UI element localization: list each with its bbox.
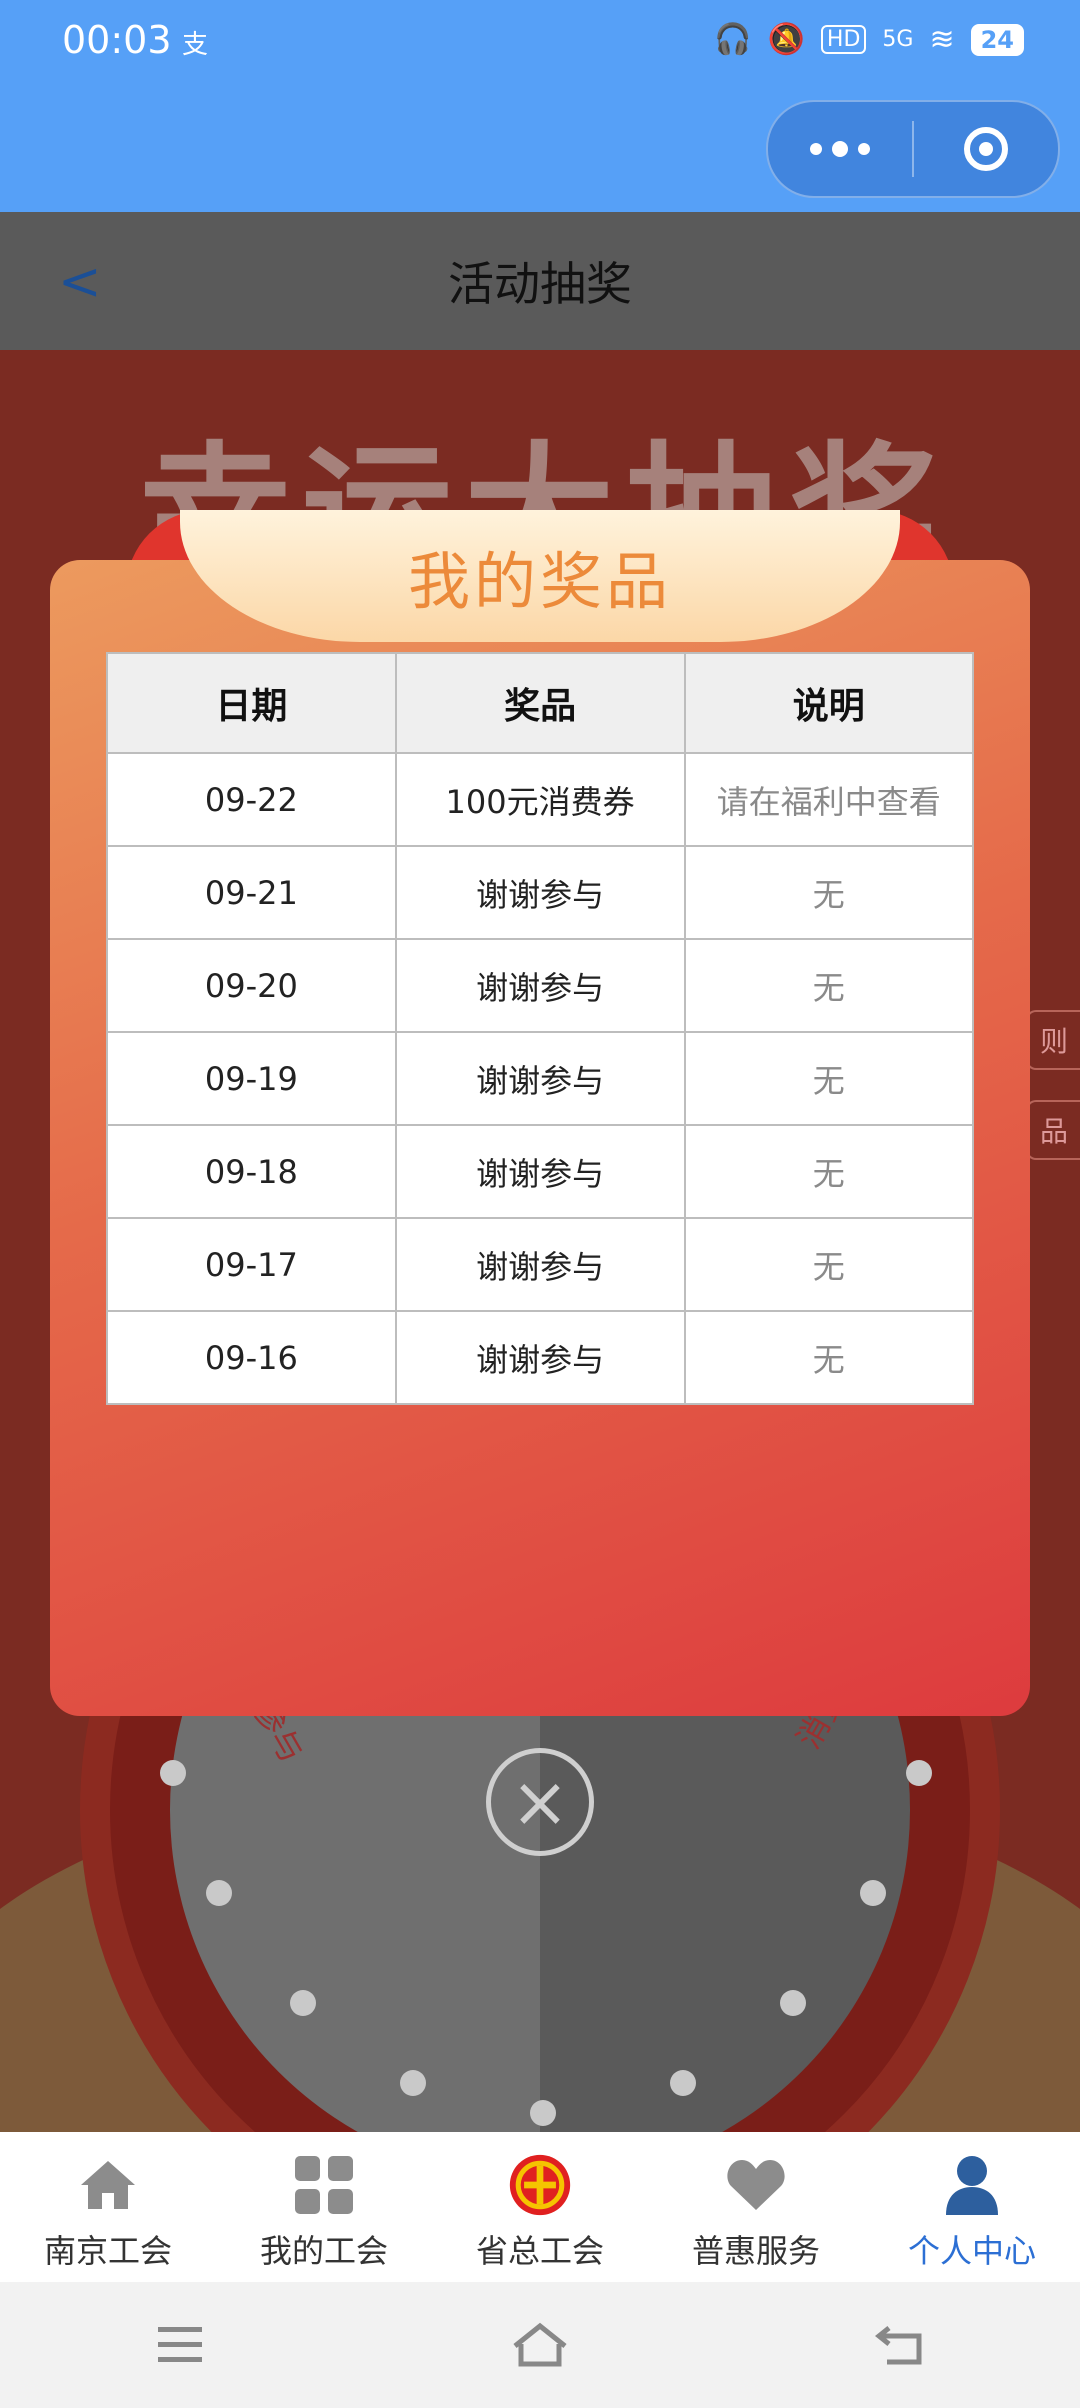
- wheel-bulb: [906, 1760, 932, 1786]
- signal-icon: 5G: [882, 27, 914, 52]
- mute-bell-icon: 🔕: [767, 22, 805, 57]
- heart-icon: [725, 2154, 787, 2216]
- modal-title: 我的奖品: [407, 545, 672, 618]
- headphones-icon: 🎧: [714, 22, 752, 57]
- tab-label: 普惠服务: [691, 2232, 820, 2270]
- table-row: 09-19 谢谢参与 无: [106, 1031, 974, 1126]
- back-arrow-icon: [875, 2326, 922, 2365]
- cell-date: 09-18: [106, 1124, 397, 1219]
- close-miniprogram-button[interactable]: [914, 102, 1058, 196]
- status-icons: 🎧 🔕 HD 5G ≋ 24: [714, 22, 1024, 57]
- wheel-bulb: [780, 1990, 806, 2016]
- miniprogram-capsule: [766, 100, 1060, 198]
- union-emblem-icon: [509, 2154, 571, 2216]
- cell-note: 无: [683, 1124, 974, 1219]
- column-header-prize: 奖品: [394, 652, 686, 754]
- close-modal-button[interactable]: ×: [486, 1748, 594, 1856]
- wheel-bulb: [670, 2070, 696, 2096]
- tab-personal-center[interactable]: 个人中心: [864, 2132, 1080, 2282]
- wheel-bulb: [400, 2070, 426, 2096]
- home-icon: [77, 2154, 139, 2216]
- prize-table: 日期 奖品 说明 09-22 100元消费券 请在福利中查看 09-21 谢谢参…: [106, 652, 974, 1405]
- grid-icon: [293, 2154, 355, 2216]
- person-icon: [941, 2154, 1003, 2216]
- column-header-date: 日期: [106, 652, 397, 754]
- nav-bar: < 活动抽奖: [0, 212, 1080, 350]
- cell-prize: 谢谢参与: [394, 1217, 686, 1312]
- close-icon: ×: [510, 1761, 570, 1843]
- table-header-row: 日期 奖品 说明: [106, 652, 974, 754]
- cell-date: 09-19: [106, 1031, 397, 1126]
- cell-prize: 谢谢参与: [394, 938, 686, 1033]
- more-button[interactable]: [768, 102, 912, 196]
- cell-prize: 100元消费券: [394, 752, 686, 847]
- cell-prize: 谢谢参与: [394, 845, 686, 940]
- tab-label: 我的工会: [259, 2232, 388, 2270]
- cell-date: 09-20: [106, 938, 397, 1033]
- wheel-bulb: [206, 1880, 232, 1906]
- my-prize-tab[interactable]: 品: [1026, 1100, 1080, 1160]
- more-dot-icon: [858, 143, 870, 155]
- wheel-bulb: [530, 2100, 556, 2126]
- page-title: 活动抽奖: [448, 257, 632, 311]
- bottom-tab-bar: 南京工会 我的工会 省总工会 普惠服务 个人中心: [0, 2132, 1080, 2282]
- table-row: 09-18 谢谢参与 无: [106, 1124, 974, 1219]
- home-button[interactable]: [500, 2315, 580, 2375]
- cell-note: 无: [683, 845, 974, 940]
- cell-note: 无: [683, 938, 974, 1033]
- cell-date: 09-21: [106, 845, 397, 940]
- more-dot-icon: [810, 143, 822, 155]
- wheel-bulb: [290, 1990, 316, 2016]
- status-time: 00:03: [62, 18, 172, 62]
- table-row: 09-17 谢谢参与 无: [106, 1217, 974, 1312]
- table-row: 09-20 谢谢参与 无: [106, 938, 974, 1033]
- cell-prize: 谢谢参与: [394, 1310, 686, 1405]
- cell-date: 09-17: [106, 1217, 397, 1312]
- tab-label: 个人中心: [907, 2232, 1036, 2270]
- wheel-bulb: [860, 1880, 886, 1906]
- cell-note: 请在福利中查看: [683, 752, 974, 847]
- status-bar: 00:03 支 🎧 🔕 HD 5G ≋ 24: [0, 0, 1080, 212]
- table-row: 09-21 谢谢参与 无: [106, 845, 974, 940]
- wifi-icon: ≋: [929, 22, 955, 57]
- cell-date: 09-22: [106, 752, 397, 847]
- hd-icon: HD: [820, 25, 867, 54]
- tab-provincial-union[interactable]: 省总工会: [432, 2132, 648, 2282]
- tab-label: 南京工会: [43, 2232, 172, 2270]
- column-header-note: 说明: [683, 652, 974, 754]
- wheel-bulb: [160, 1760, 186, 1786]
- target-icon: [964, 127, 1008, 171]
- system-nav-bar: [0, 2282, 1080, 2408]
- alipay-icon: 支: [182, 30, 209, 60]
- tab-label: 省总工会: [475, 2232, 604, 2270]
- table-row: 09-16 谢谢参与 无: [106, 1310, 974, 1405]
- tab-my-union[interactable]: 我的工会: [216, 2132, 432, 2282]
- cell-prize: 谢谢参与: [394, 1031, 686, 1126]
- cell-note: 无: [683, 1310, 974, 1405]
- table-row: 09-22 100元消费券 请在福利中查看: [106, 752, 974, 847]
- modal-banner: 我的奖品: [180, 510, 900, 642]
- menu-icon: [158, 2327, 202, 2362]
- back-icon[interactable]: <: [58, 252, 102, 312]
- cell-note: 无: [683, 1031, 974, 1126]
- back-button[interactable]: [860, 2315, 940, 2375]
- battery-icon: 24: [970, 23, 1024, 56]
- menu-button[interactable]: [140, 2315, 220, 2375]
- rules-tab[interactable]: 则: [1026, 1010, 1080, 1070]
- cell-prize: 谢谢参与: [394, 1124, 686, 1219]
- home-outline-icon: [513, 2322, 567, 2367]
- cell-date: 09-16: [106, 1310, 397, 1405]
- tab-benefit-service[interactable]: 普惠服务: [648, 2132, 864, 2282]
- tab-nanjing-union[interactable]: 南京工会: [0, 2132, 216, 2282]
- cell-note: 无: [683, 1217, 974, 1312]
- more-dot-icon: [832, 141, 848, 157]
